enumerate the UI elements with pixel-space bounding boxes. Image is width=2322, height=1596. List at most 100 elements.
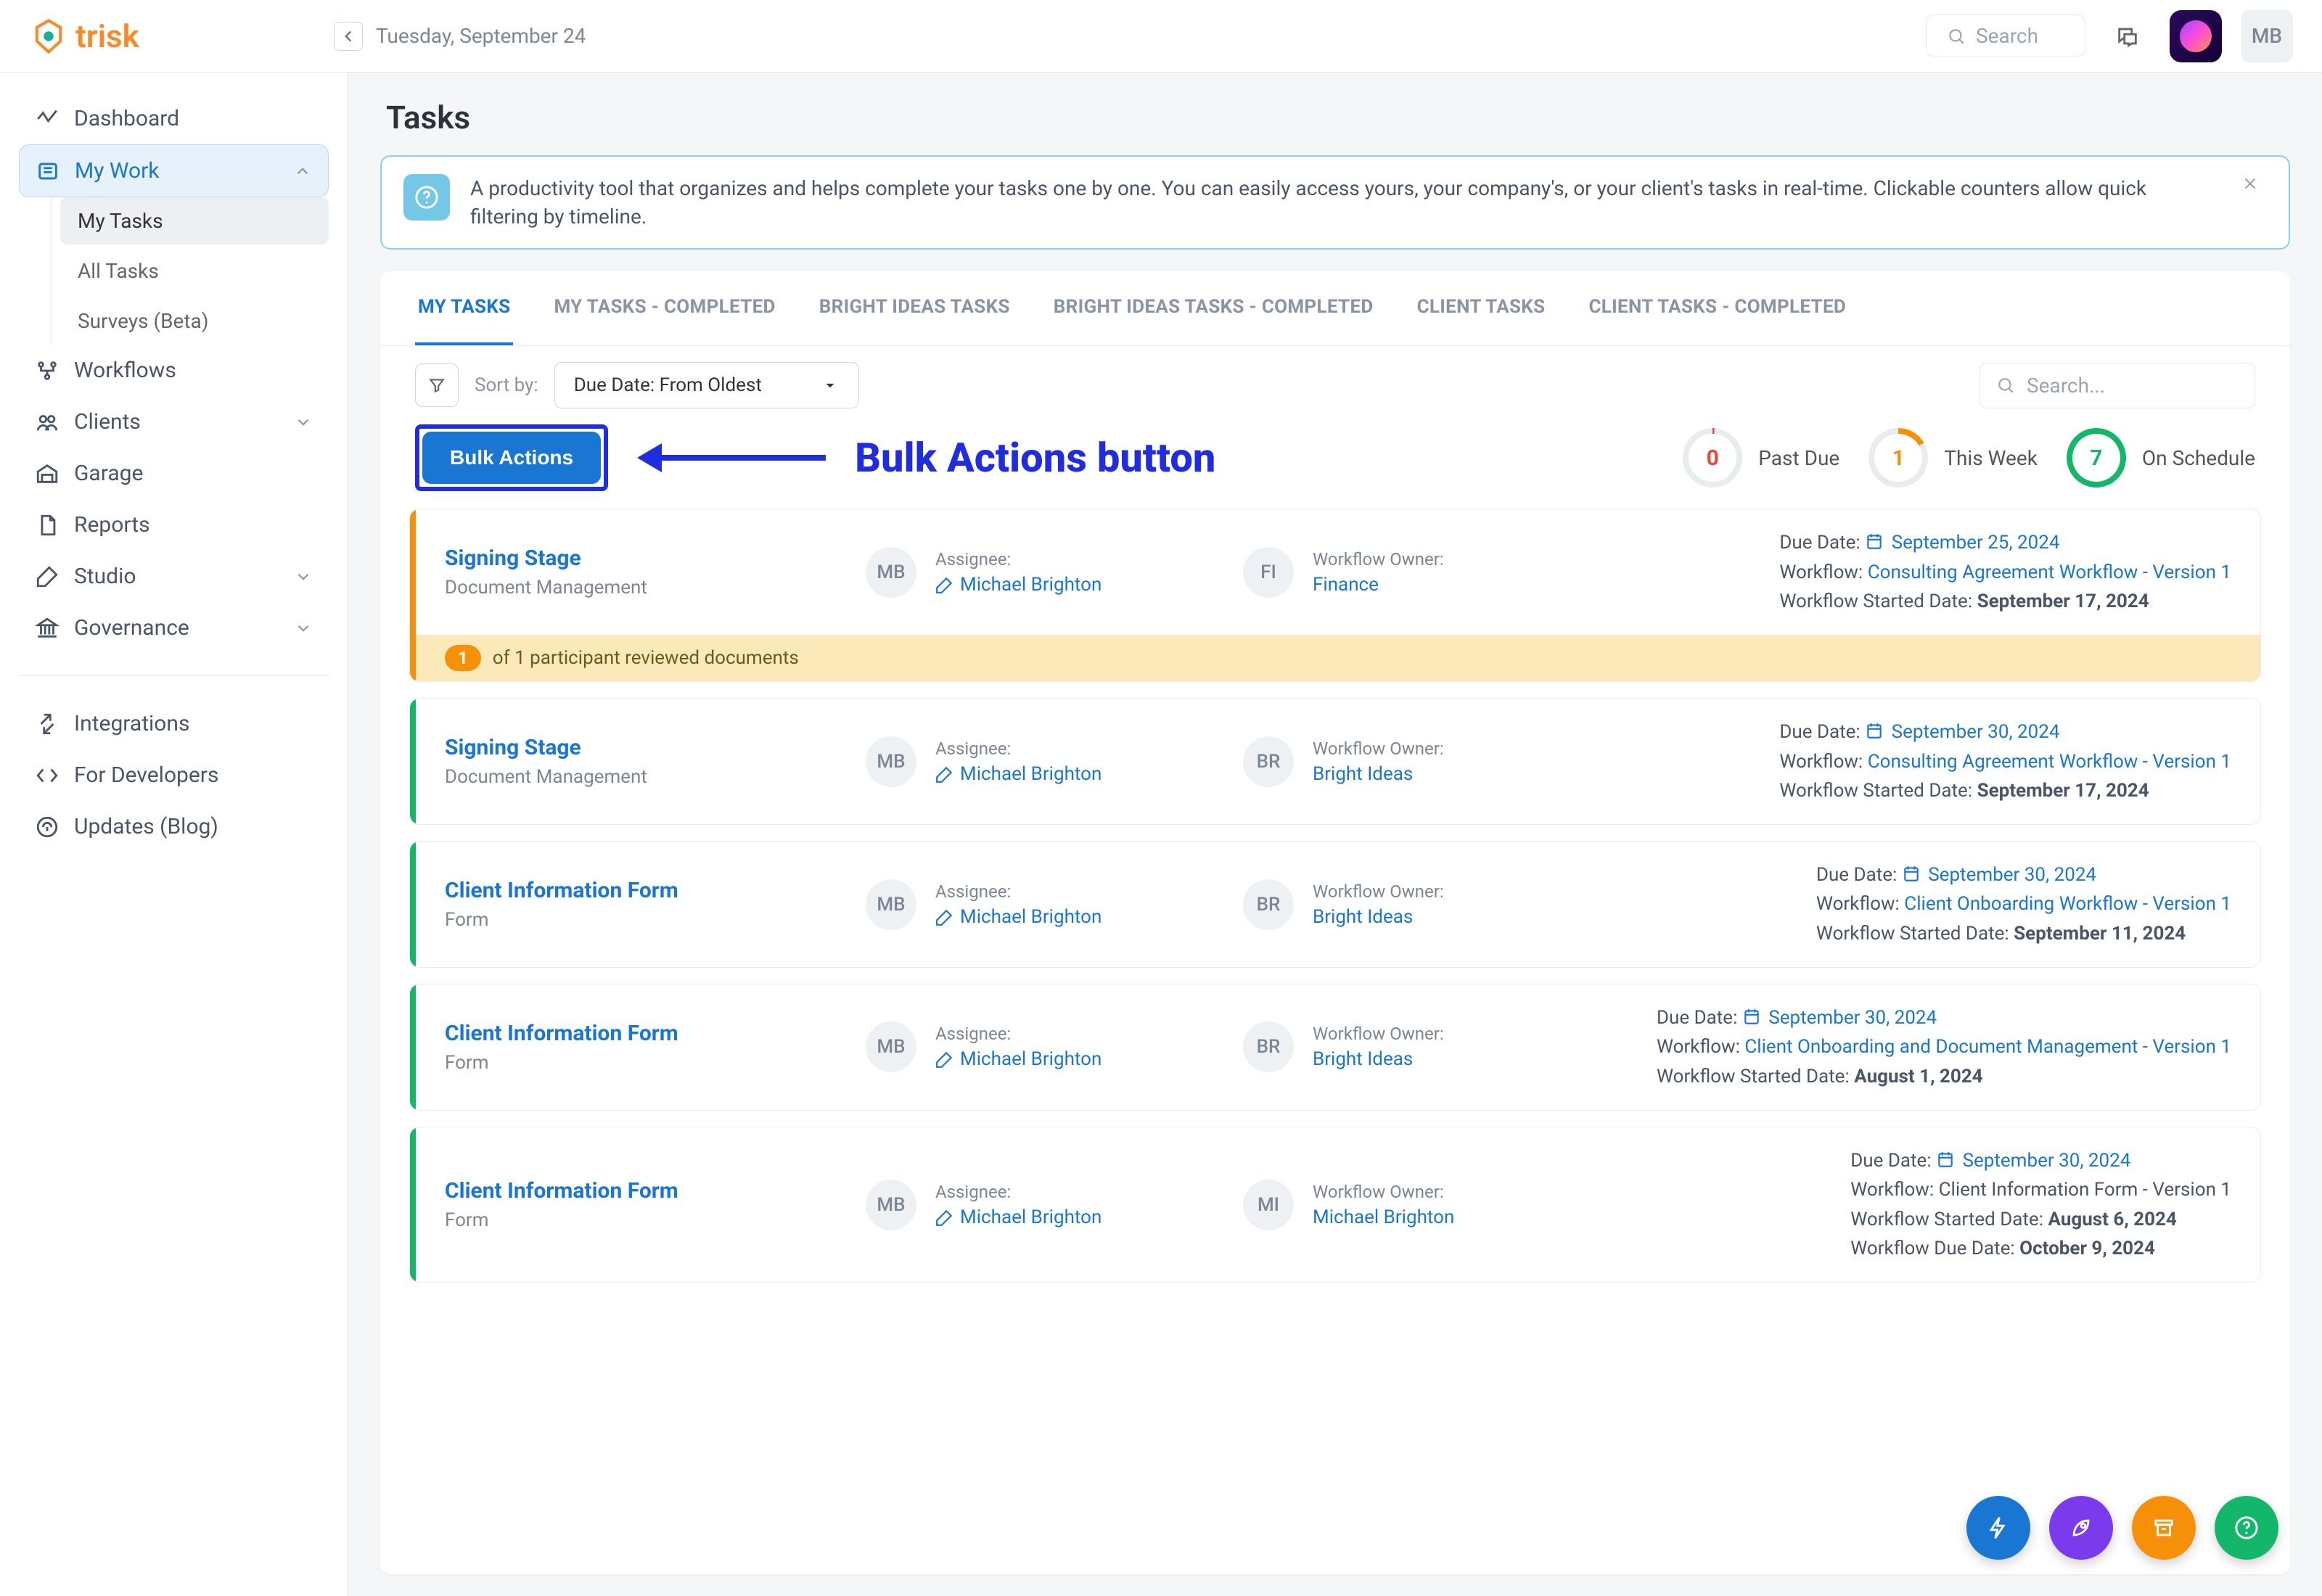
counter-green[interactable]: 7On Schedule [2067,428,2255,488]
task-card[interactable]: Signing StageDocument ManagementMBAssign… [409,509,2261,682]
workflow-link[interactable]: Consulting Agreement Workflow - Version … [1868,562,2231,583]
brand-name: trisk [75,17,139,55]
assignee-avatar: MB [866,1180,916,1230]
subnav-item[interactable]: Surveys (Beta) [60,297,329,345]
assignee-link[interactable]: Michael Brighton [935,1048,1101,1070]
nav-updates[interactable]: Updates (Blog) [19,801,329,852]
owner-link[interactable]: Bright Ideas [1313,906,1444,928]
assistant-button[interactable] [2170,10,2222,62]
brand-logo-icon [29,17,68,56]
filter-button[interactable] [415,363,459,407]
owner-link[interactable]: Michael Brighton [1313,1206,1454,1228]
workflow-link[interactable]: Consulting Agreement Workflow - Version … [1868,751,2231,773]
subnav-item[interactable]: My Tasks [60,197,329,244]
nav-label: For Developers [74,762,218,788]
nav-studio[interactable]: Studio [19,551,329,602]
nav-mywork[interactable]: My Work [19,144,329,197]
task-card[interactable]: Client Information FormFormMBAssignee: M… [409,1127,2261,1283]
nav-label: Updates (Blog) [74,814,218,839]
task-card[interactable]: Client Information FormFormMBAssignee: M… [409,841,2261,968]
help-text: A productivity tool that organizes and h… [470,174,2213,231]
topbar: trisk Tuesday, September 24 Search MB [0,0,2322,73]
fab-launch[interactable] [2049,1496,2113,1560]
task-title[interactable]: Client Information Form [445,1178,866,1204]
nav-dashboard[interactable]: Dashboard [19,93,329,144]
due-date[interactable]: September 30, 2024 [1963,1150,2131,1172]
help-banner: A productivity tool that organizes and h… [380,155,2290,250]
assignee-link[interactable]: Michael Brighton [935,906,1101,928]
counter-red[interactable]: 0Past Due [1683,428,1839,488]
sort-select[interactable]: Due Date: From Oldest [554,362,859,408]
global-search[interactable]: Search [1926,15,2085,57]
counter-donut: 1 [1868,428,1928,488]
toolbar: Sort by: Due Date: From Oldest Search... [380,346,2290,424]
tab[interactable]: BRIGHT IDEAS TASKS - COMPLETED [1051,271,1377,345]
task-title[interactable]: Client Information Form [445,1021,866,1046]
messages-button[interactable] [2104,13,2151,59]
tab[interactable]: CLIENT TASKS - COMPLETED [1585,271,1849,345]
subnav-item[interactable]: All Tasks [60,247,329,295]
task-search[interactable]: Search... [1980,363,2255,408]
user-avatar[interactable]: MB [2241,10,2293,62]
nav-developers[interactable]: For Developers [19,749,329,801]
nav-integrations[interactable]: Integrations [19,698,329,749]
nav-reports[interactable]: Reports [19,499,329,551]
assignee-link[interactable]: Michael Brighton [935,1206,1101,1228]
tab[interactable]: CLIENT TASKS [1414,271,1548,345]
task-title[interactable]: Signing Stage [445,735,866,760]
task-type: Form [445,909,866,931]
fab-help[interactable] [2215,1496,2278,1560]
assignee-link[interactable]: Michael Brighton [935,763,1101,785]
counter-donut: 7 [2067,428,2126,488]
brand-logo[interactable]: trisk [29,17,334,56]
prev-day-button[interactable] [334,22,363,51]
calendar-icon [1865,532,1884,551]
annotation-highlight: Bulk Actions [415,424,608,491]
assignee-avatar: MB [866,879,916,930]
owner-link[interactable]: Bright Ideas [1313,1048,1444,1070]
workflow-link[interactable]: Client Onboarding and Document Managemen… [1744,1036,2231,1058]
workflow-link[interactable]: Client Onboarding Workflow - Version 1 [1904,893,2231,915]
chevron-up-icon [293,162,312,181]
due-date[interactable]: September 25, 2024 [1892,532,2060,554]
nav-clients[interactable]: Clients [19,396,329,448]
due-date[interactable]: September 30, 2024 [1928,864,2096,886]
nav-governance[interactable]: Governance [19,602,329,654]
counter-value: 7 [2090,445,2102,471]
global-search-placeholder: Search [1976,24,2038,48]
edit-icon [935,765,954,783]
close-icon [2241,174,2260,193]
counter-value: 1 [1892,445,1905,471]
owner-link[interactable]: Bright Ideas [1313,763,1444,785]
task-card[interactable]: Signing StageDocument ManagementMBAssign… [409,698,2261,825]
fab-archive[interactable] [2132,1496,2196,1560]
governance-icon [35,616,60,641]
bulk-actions-button[interactable]: Bulk Actions [422,432,601,484]
nav-label: Clients [74,409,141,435]
fab-row [1966,1496,2278,1560]
filter-icon [427,376,446,395]
reports-icon [35,513,60,538]
nav-garage[interactable]: Garage [19,448,329,499]
counter-orange[interactable]: 1 This Week [1868,428,2038,488]
due-date[interactable]: September 30, 2024 [1892,721,2060,743]
due-date[interactable]: September 30, 2024 [1768,1007,1937,1029]
task-title[interactable]: Client Information Form [445,878,866,903]
nav-label: Integrations [74,711,189,736]
assignee-link[interactable]: Michael Brighton [935,574,1101,596]
edit-icon [935,575,954,594]
owner-link[interactable]: Finance [1313,574,1444,596]
tab[interactable]: BRIGHT IDEAS TASKS [816,271,1013,345]
close-help-button[interactable] [2233,174,2267,193]
task-title[interactable]: Signing Stage [445,546,866,571]
chat-icon [2115,24,2140,49]
nav-workflows[interactable]: Workflows [19,345,329,396]
tab[interactable]: MY TASKS [415,271,513,345]
search-icon [1947,27,1966,46]
counter-label: This Week [1944,446,2038,470]
fab-quick[interactable] [1966,1496,2030,1560]
task-card[interactable]: Client Information FormFormMBAssignee: M… [409,984,2261,1111]
actions-row: Bulk Actions Bulk Actions button 0Past D… [380,424,2290,509]
tab[interactable]: MY TASKS - COMPLETED [551,271,778,345]
owner-avatar: BR [1243,879,1294,930]
